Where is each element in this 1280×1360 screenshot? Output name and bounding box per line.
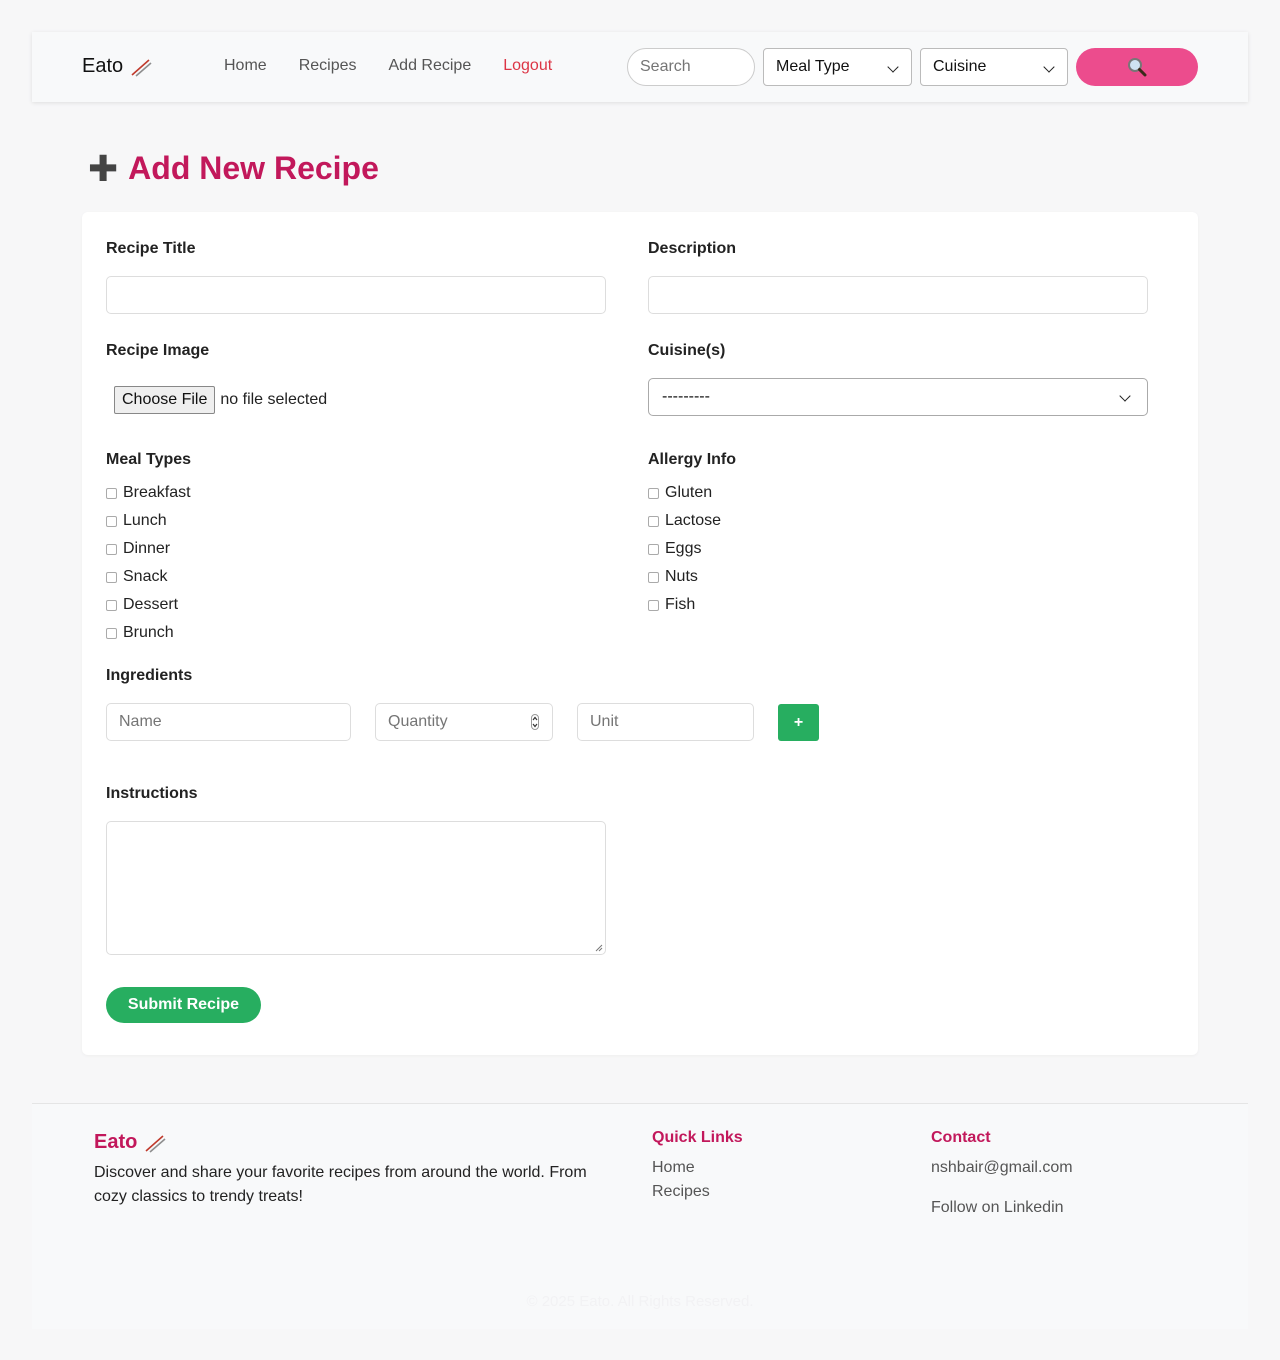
ingredient-unit-input[interactable] — [577, 703, 754, 741]
allergy-label: Eggs — [665, 540, 702, 557]
stepper-icon[interactable] — [531, 714, 539, 730]
checkbox[interactable] — [648, 487, 659, 499]
instructions-label: Instructions — [106, 785, 198, 802]
checkbox[interactable] — [106, 543, 117, 555]
checkbox[interactable] — [106, 599, 117, 611]
recipe-form-card: Recipe Title Description Recipe Image Ch… — [82, 212, 1198, 1055]
meal-type-label: Brunch — [123, 624, 174, 641]
meal-type-label: Snack — [123, 568, 168, 585]
chopsticks-icon — [131, 58, 152, 77]
description-input[interactable] — [648, 276, 1148, 314]
meal-types-label: Meal Types — [106, 451, 192, 468]
cuisine-select[interactable]: Cuisine — [920, 48, 1068, 86]
allergy-option[interactable]: Fish — [648, 591, 721, 619]
search-input[interactable] — [627, 48, 755, 86]
submit-recipe-button[interactable]: Submit Recipe — [106, 987, 261, 1023]
ingredients-label: Ingredients — [106, 667, 193, 684]
footer: Eato Discover and share your favorite re… — [32, 1103, 1248, 1329]
search-button[interactable] — [1076, 48, 1198, 86]
meal-type-option[interactable]: Lunch — [106, 507, 191, 535]
meal-types-list: Breakfast Lunch Dinner Snack Dessert Bru… — [106, 479, 191, 647]
magnifier-icon — [1128, 58, 1147, 77]
meal-type-label: Dessert — [123, 596, 179, 613]
allergy-label: Nuts — [665, 568, 698, 585]
meal-type-option[interactable]: Dinner — [106, 535, 191, 563]
ingredient-quantity-input[interactable] — [375, 703, 553, 741]
allergy-info-label: Allergy Info — [648, 451, 737, 468]
checkbox[interactable] — [648, 599, 659, 611]
add-ingredient-button[interactable]: + — [778, 704, 819, 741]
ingredient-quantity-wrapper — [375, 703, 553, 741]
allergy-label: Gluten — [665, 484, 713, 501]
navbar: Eato Home Recipes Add Recipe Logout Meal… — [32, 32, 1248, 102]
checkbox[interactable] — [648, 543, 659, 555]
allergy-label: Lactose — [665, 512, 722, 529]
choose-file-button[interactable]: Choose File — [114, 386, 216, 414]
checkbox[interactable] — [106, 515, 117, 527]
allergy-option[interactable]: Lactose — [648, 507, 721, 535]
recipe-image-label: Recipe Image — [106, 342, 210, 359]
meal-type-option[interactable]: Snack — [106, 563, 191, 591]
allergy-option[interactable]: Eggs — [648, 535, 721, 563]
checkbox[interactable] — [106, 571, 117, 583]
meal-type-label: Breakfast — [123, 484, 191, 501]
cuisines-select[interactable]: --------- — [648, 378, 1148, 416]
checkbox[interactable] — [106, 627, 117, 639]
follow-linkedin-link[interactable]: Follow on Linkedin — [931, 1199, 1064, 1217]
nav-links: Home Recipes Add Recipe Logout — [224, 57, 584, 75]
file-picker: Choose File no file selected — [114, 386, 327, 414]
brand-logo[interactable]: Eato — [82, 55, 153, 78]
quick-links-heading: Quick Links — [652, 1129, 743, 1146]
meal-type-select-value: Meal Type — [776, 58, 850, 75]
chevron-down-icon — [1043, 61, 1055, 73]
footer-brand-name: Eato — [94, 1131, 138, 1153]
meal-type-select[interactable]: Meal Type — [763, 48, 912, 86]
allergy-label: Fish — [665, 596, 696, 613]
instructions-textarea[interactable] — [106, 821, 606, 955]
nav-link-add-recipe[interactable]: Add Recipe — [389, 57, 472, 75]
page-title-text: Add New Recipe — [128, 150, 379, 186]
meal-type-option[interactable]: Dessert — [106, 591, 191, 619]
allergy-option[interactable]: Gluten — [648, 479, 721, 507]
copyright-text: © 2025 Eato. All Rights Reserved. — [526, 1293, 754, 1310]
recipe-title-label: Recipe Title — [106, 240, 196, 257]
meal-type-option[interactable]: Brunch — [106, 619, 191, 647]
footer-link-home[interactable]: Home — [652, 1159, 695, 1177]
contact-heading: Contact — [931, 1129, 991, 1146]
chevron-down-icon — [887, 61, 899, 73]
checkbox[interactable] — [648, 515, 659, 527]
description-label: Description — [648, 240, 737, 257]
cuisines-label: Cuisine(s) — [648, 342, 726, 359]
cuisine-select-value: Cuisine — [933, 58, 987, 75]
footer-brand: Eato — [94, 1131, 167, 1154]
meal-type-label: Lunch — [123, 512, 167, 529]
ingredient-name-input[interactable] — [106, 703, 351, 741]
plus-icon: ✚ — [88, 147, 119, 189]
meal-type-label: Dinner — [123, 540, 171, 557]
allergy-option[interactable]: Nuts — [648, 563, 721, 591]
brand-name: Eato — [82, 55, 124, 77]
checkbox[interactable] — [106, 487, 117, 499]
resize-handle-icon[interactable] — [595, 944, 603, 952]
nav-link-home[interactable]: Home — [224, 57, 267, 75]
page-title: ✚ Add New Recipe — [88, 150, 379, 187]
allergy-list: Gluten Lactose Eggs Nuts Fish — [648, 479, 721, 619]
file-status-text: no file selected — [220, 391, 328, 408]
nav-link-logout[interactable]: Logout — [503, 57, 552, 75]
footer-description: Discover and share your favorite recipes… — [94, 1164, 587, 1205]
nav-link-recipes[interactable]: Recipes — [299, 57, 357, 75]
chevron-down-icon — [1119, 390, 1131, 402]
chopsticks-icon — [145, 1134, 166, 1153]
cuisines-select-value: --------- — [662, 388, 710, 405]
contact-email[interactable]: nshbair@gmail.com — [931, 1159, 1073, 1177]
checkbox[interactable] — [648, 571, 659, 583]
recipe-title-input[interactable] — [106, 276, 606, 314]
footer-link-recipes[interactable]: Recipes — [652, 1183, 710, 1201]
meal-type-option[interactable]: Breakfast — [106, 479, 191, 507]
